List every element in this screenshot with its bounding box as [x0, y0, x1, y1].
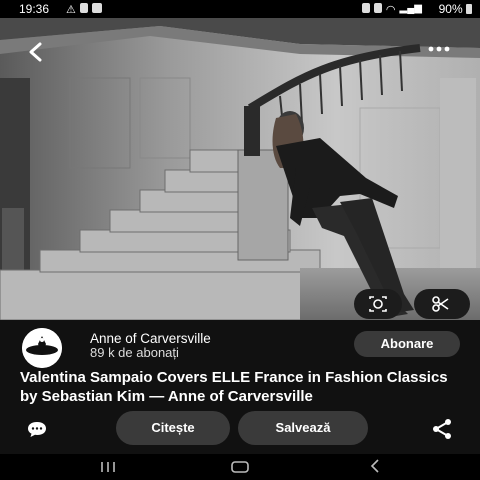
comment-icon — [28, 422, 46, 437]
battery-indicator: 90% — [439, 2, 472, 16]
recent-apps-button[interactable] — [98, 460, 118, 472]
home-icon — [231, 461, 249, 473]
back-arrow-icon — [370, 459, 379, 473]
warning-icon: ⚠ — [66, 4, 76, 16]
chevron-left-icon — [29, 42, 42, 62]
share-button[interactable] — [430, 418, 454, 440]
status-bar: 19:36 ⚠ ◠ ▂▄▆ 90% — [0, 0, 480, 18]
comment-button[interactable] — [26, 420, 48, 438]
more-horizontal-icon — [428, 46, 450, 52]
read-button[interactable]: Citește — [116, 411, 230, 445]
share-icon — [433, 419, 451, 439]
crop-button[interactable] — [414, 289, 470, 319]
author-logo-icon — [22, 328, 62, 368]
system-icons: ◠ ▂▄▆ — [361, 3, 422, 16]
notification-icons: ⚠ — [66, 3, 102, 16]
phone-icon — [79, 3, 88, 13]
signal-icon: ▂▄▆ — [399, 3, 422, 14]
battery-level: 90% — [438, 2, 463, 16]
wifi-icon: ◠ — [385, 4, 396, 16]
visual-search-icon — [369, 296, 387, 312]
vibrate-icon — [373, 3, 382, 13]
home-button[interactable] — [230, 460, 250, 473]
author-name[interactable]: Anne of Carversville — [90, 331, 211, 346]
visual-search-button[interactable] — [354, 289, 402, 319]
scissors-icon — [432, 296, 449, 312]
avatar[interactable] — [22, 328, 62, 368]
save-button[interactable]: Salvează — [238, 411, 368, 445]
follower-count: 89 k de abonați — [90, 345, 179, 360]
battery-icon — [466, 4, 472, 14]
status-time: 19:36 — [19, 2, 50, 16]
more-options-button[interactable] — [428, 44, 450, 54]
image-icon — [91, 3, 102, 13]
back-button[interactable] — [24, 40, 50, 64]
recent-apps-icon — [101, 462, 115, 472]
nfc-icon — [361, 3, 370, 13]
pin-title: Valentina Sampaio Covers ELLE France in … — [20, 369, 448, 405]
subscribe-button[interactable]: Abonare — [354, 331, 460, 357]
system-back-button[interactable] — [368, 458, 382, 474]
pin-image[interactable] — [0, 18, 480, 320]
